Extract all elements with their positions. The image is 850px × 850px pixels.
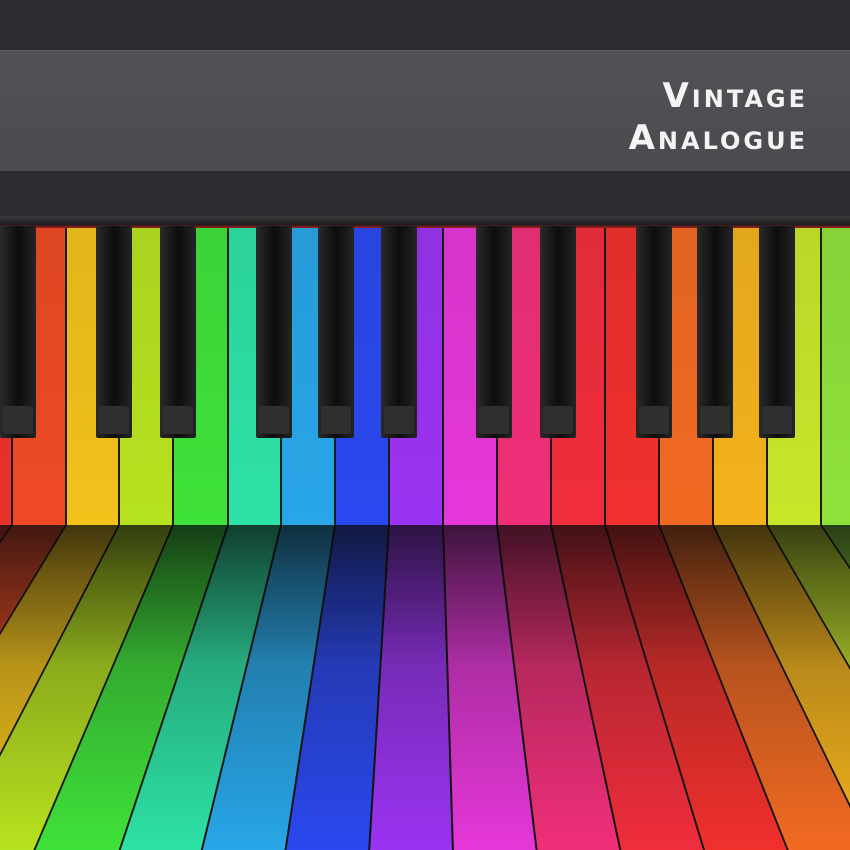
floor-shadow (0, 525, 850, 665)
key-reflection-floor (0, 525, 850, 850)
white-key (822, 228, 850, 525)
black-key-tip (99, 406, 129, 434)
black-key-tip (543, 406, 573, 434)
black-key-tip (163, 406, 193, 434)
black-key-tip (479, 406, 509, 434)
album-cover: Vintage Analogue (0, 0, 850, 850)
rainbow-keyboard (0, 226, 850, 850)
black-key-tip (762, 406, 792, 434)
black-key-tip (639, 406, 669, 434)
black-key-tip (3, 406, 33, 434)
black-key-tip (259, 406, 289, 434)
black-key-tip (384, 406, 414, 434)
black-key-tip (321, 406, 351, 434)
black-key-tip (700, 406, 730, 434)
